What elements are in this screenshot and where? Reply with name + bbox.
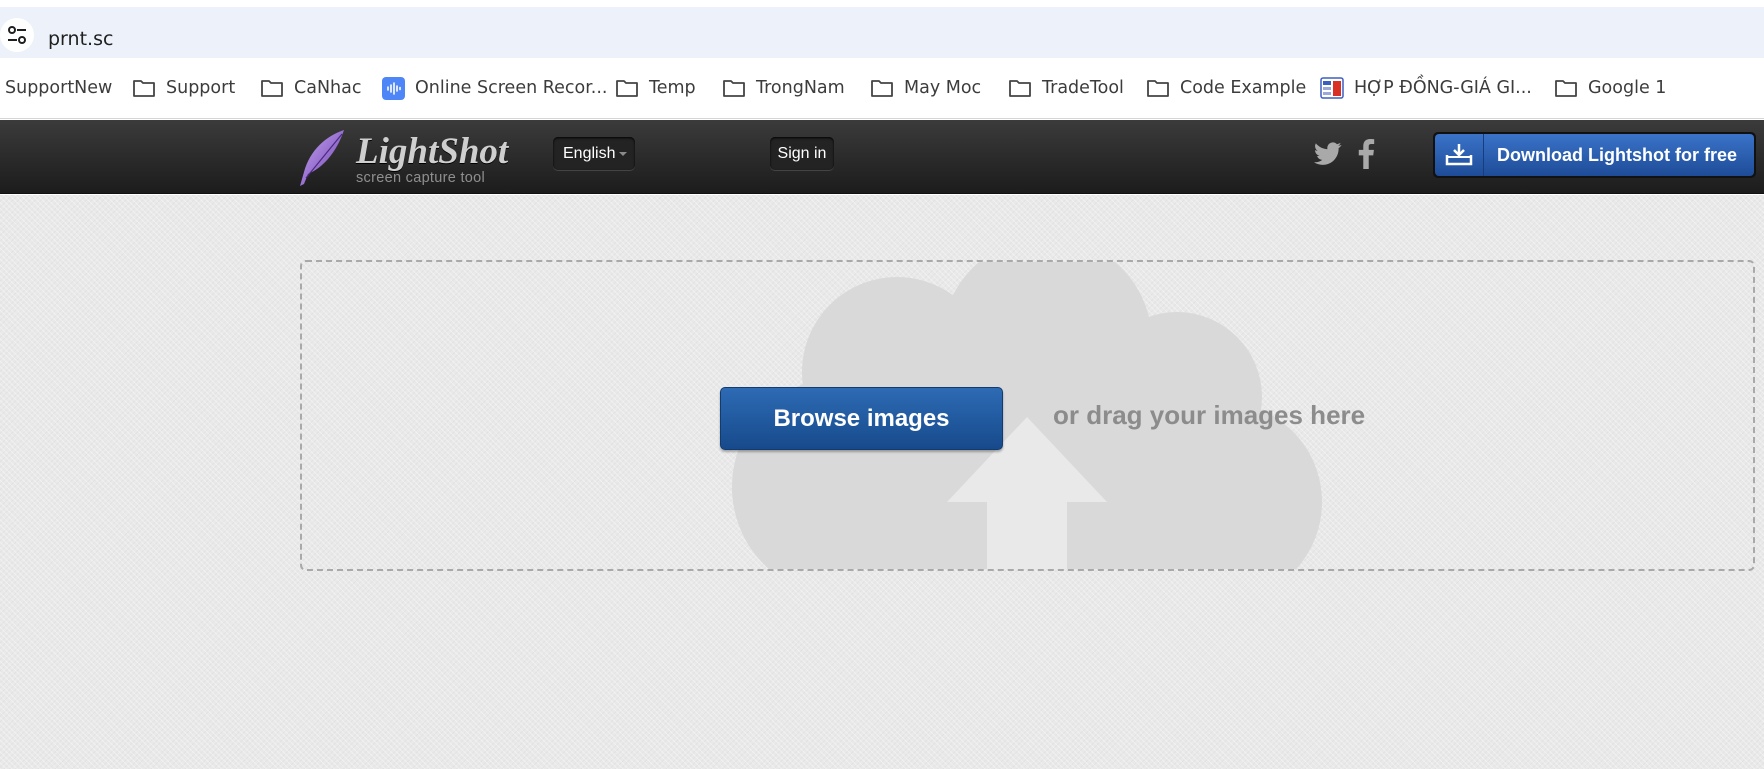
- browse-label: Browse images: [773, 404, 950, 432]
- bookmark-label: TrongNam: [756, 78, 845, 98]
- bookmark-label: CaNhac: [294, 78, 362, 98]
- bookmark-supportnew[interactable]: SupportNew: [5, 75, 112, 101]
- bookmark-online-screen-recorder[interactable]: Online Screen Recor...: [382, 75, 607, 101]
- folder-icon: [133, 80, 155, 97]
- address-bar[interactable]: prnt.sc: [0, 7, 1764, 58]
- bookmark-label: Google 1: [1588, 78, 1667, 98]
- bookmark-label: TradeTool: [1042, 78, 1124, 98]
- caret-down-icon: [619, 152, 627, 156]
- drag-hint-text: or drag your images here: [1053, 400, 1366, 430]
- signin-label: Sign in: [777, 144, 827, 162]
- bookmark-hop-dong[interactable]: HỢP ĐỒNG-GIÁ GI...: [1320, 75, 1532, 101]
- folder-icon: [1009, 80, 1031, 97]
- signin-button[interactable]: Sign in: [770, 137, 834, 170]
- main-content: [0, 195, 1764, 769]
- browse-images-button[interactable]: Browse images: [720, 387, 1003, 450]
- bookmark-label: Online Screen Recor...: [415, 78, 608, 98]
- url-text[interactable]: prnt.sc: [48, 28, 113, 50]
- bookmark-temp[interactable]: Temp: [615, 75, 696, 101]
- facebook-icon[interactable]: [1357, 139, 1375, 169]
- download-button-face: Download Lightshot for free: [1435, 134, 1754, 176]
- language-select[interactable]: English: [553, 137, 635, 170]
- bookmark-support[interactable]: Support: [132, 75, 235, 101]
- logo-title: LightShot: [356, 131, 509, 172]
- folder-icon: [871, 80, 893, 97]
- bookmark-label: HỢP ĐỒNG-GIÁ GI...: [1354, 78, 1532, 98]
- bookmark-tradetool[interactable]: TradeTool: [1008, 75, 1124, 101]
- download-tray-icon: [1435, 134, 1484, 176]
- bookmark-may-moc[interactable]: May Moc: [870, 75, 981, 101]
- bookmark-label: Code Example: [1180, 78, 1307, 98]
- feather-icon: [300, 130, 344, 186]
- logo-subtitle: screen capture tool: [356, 170, 486, 186]
- drop-zone[interactable]: [300, 260, 1755, 571]
- bookmark-label: SupportNew: [5, 78, 113, 98]
- bookmark-label: Support: [166, 78, 236, 98]
- bookmark-google-1[interactable]: Google 1: [1554, 75, 1666, 101]
- download-lightshot-button[interactable]: Download Lightshot for free: [1433, 132, 1756, 178]
- bookmark-code-example[interactable]: Code Example: [1146, 75, 1306, 101]
- folder-icon: [616, 80, 638, 97]
- toolbar-divider: [0, 118, 1764, 119]
- site-header: LightShot screen capture tool English Si…: [0, 120, 1764, 194]
- bookmark-canhac[interactable]: CaNhac: [260, 75, 361, 101]
- twitter-icon[interactable]: [1314, 142, 1342, 166]
- folder-icon: [261, 80, 283, 97]
- folder-icon: [1147, 80, 1169, 97]
- language-label: English: [563, 144, 616, 162]
- folder-icon: [723, 80, 745, 97]
- lightshot-logo[interactable]: LightShot screen capture tool: [296, 128, 508, 188]
- spreadsheet-icon: [1320, 77, 1344, 99]
- folder-icon: [1555, 80, 1577, 97]
- site-settings-icon[interactable]: [0, 18, 34, 52]
- download-label: Download Lightshot for free: [1497, 144, 1737, 165]
- browser-toolbar: prnt.sc: [0, 0, 1764, 58]
- bookmark-label: Temp: [649, 78, 696, 98]
- bookmarks-bar: SupportNew Support CaNhac Online Screen …: [0, 65, 1764, 109]
- bookmark-label: May Moc: [904, 78, 982, 98]
- audio-wave-icon: [382, 76, 405, 100]
- bookmark-trongnam[interactable]: TrongNam: [722, 75, 845, 101]
